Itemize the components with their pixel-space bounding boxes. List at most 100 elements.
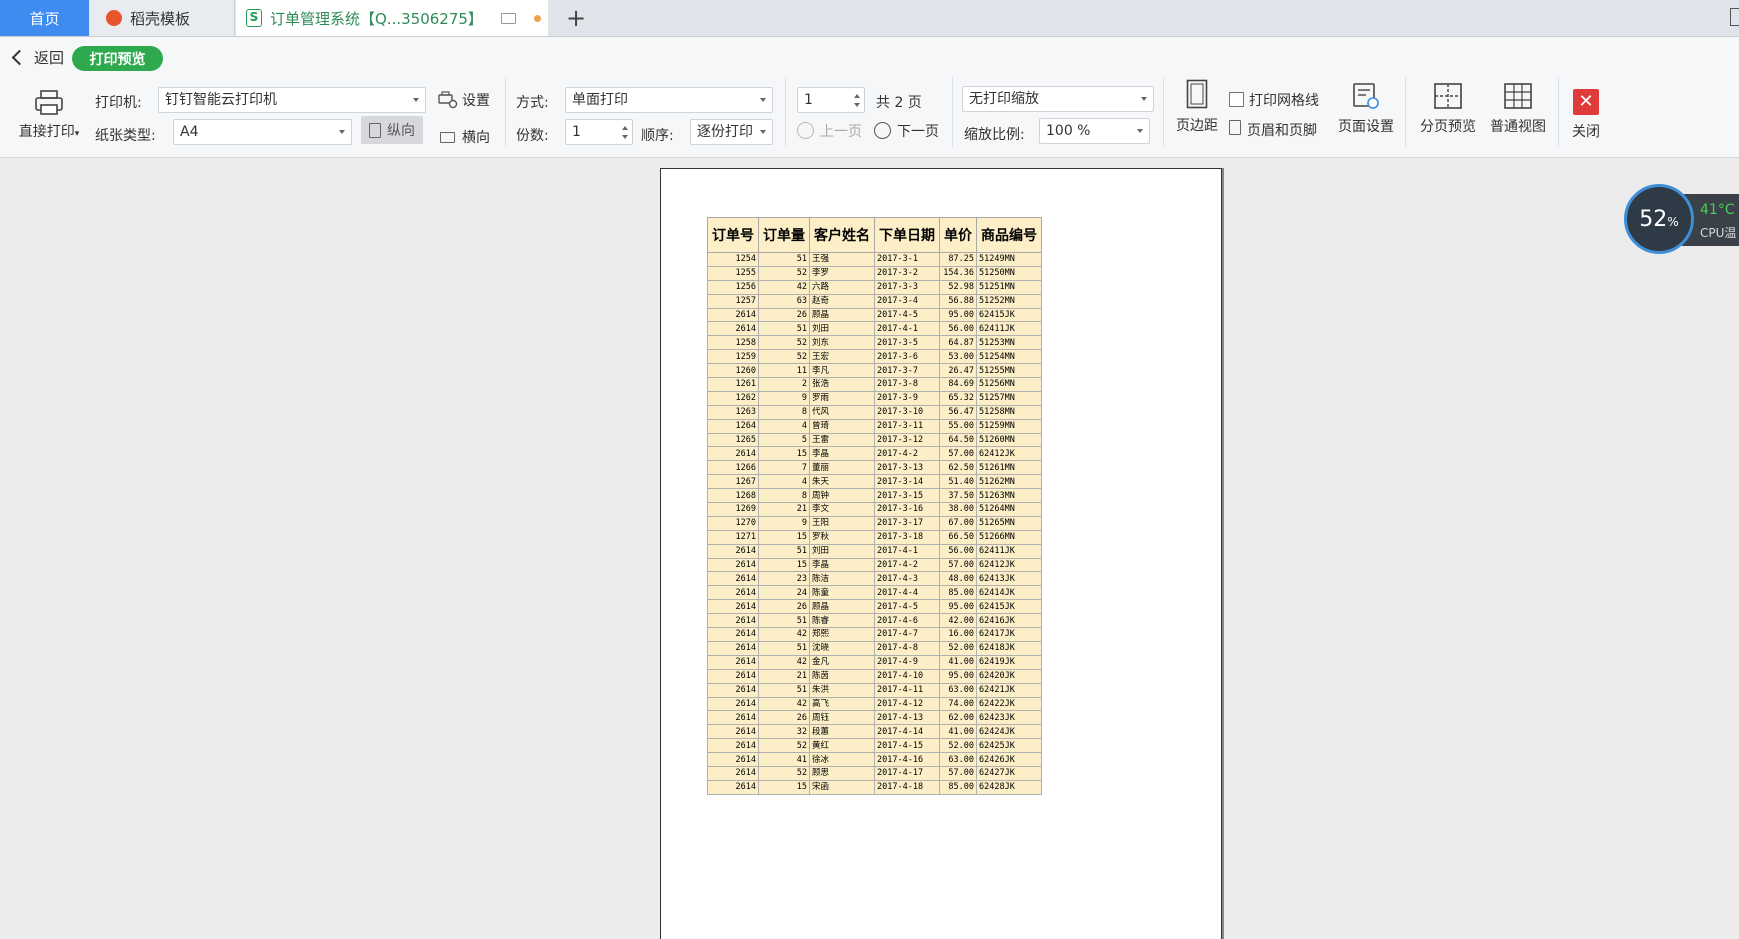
table-cell: 2017-3-1: [874, 252, 940, 267]
page-number-stepper[interactable]: 1: [797, 87, 865, 113]
copies-stepper[interactable]: 1: [565, 119, 633, 145]
table-cell: 57.00: [939, 446, 977, 462]
table-cell: 62417JK: [976, 627, 1042, 642]
spin-down-icon[interactable]: [854, 103, 860, 107]
dropdown-arrow-icon: [760, 98, 766, 102]
table-cell: 2017-4-10: [874, 668, 940, 684]
table-cell: 2017-3-13: [874, 460, 940, 476]
table-cell: 2017-4-5: [874, 599, 940, 615]
dropdown-arrow-icon: [1137, 129, 1143, 133]
table-cell: 2614: [707, 627, 759, 642]
spin-up-icon[interactable]: [622, 126, 628, 130]
scale-mode-value: 无打印缩放: [969, 91, 1039, 107]
scale-mode-select[interactable]: 无打印缩放: [962, 86, 1154, 112]
spin-down-icon[interactable]: [622, 135, 628, 139]
window-edge-icon[interactable]: [1730, 8, 1739, 26]
table-cell: 1257: [707, 293, 759, 309]
table-cell: 2614: [707, 668, 759, 684]
table-cell: 2017-4-14: [874, 724, 940, 740]
tab-document[interactable]: S 订单管理系统【Q...3506275】: [236, 0, 548, 36]
table-cell: 周钰: [809, 710, 875, 726]
spin-up-icon[interactable]: [854, 94, 860, 98]
table-row: 2614 51 刘田 2017-4-1 56.00 62411JK: [707, 543, 1042, 559]
table-cell: 张浩: [809, 377, 875, 392]
unsaved-dot-icon: [533, 14, 541, 22]
table-cell: 56.00: [939, 321, 977, 337]
table-cell: 62412JK: [976, 446, 1042, 462]
tab-daoke-templates[interactable]: 稻壳模板: [90, 0, 235, 36]
table-cell: 1270: [707, 515, 759, 531]
close-icon: ✕: [1573, 89, 1599, 115]
table-cell: 1259: [707, 349, 759, 365]
header-footer-button[interactable]: 页眉和页脚: [1229, 120, 1317, 140]
page-setup-button[interactable]: 页面设置: [1334, 82, 1398, 136]
table-cell: 金凡: [809, 654, 875, 670]
print-order-select[interactable]: 逐份打印: [690, 119, 773, 145]
page-break-preview-button[interactable]: 分页预览: [1416, 82, 1480, 136]
portrait-button[interactable]: 纵向: [361, 116, 423, 144]
paper-type-value: A4: [180, 124, 199, 140]
table-cell: 62411JK: [976, 543, 1042, 559]
cpu-monitor-widget[interactable]: 52% 41°C CPU温: [1624, 184, 1739, 260]
settings-label: 设置: [462, 93, 490, 109]
table-cell: 董丽: [809, 460, 875, 476]
table-header-row: 订单号 订单量 客户姓名 下单日期 单价 商品编号: [707, 217, 1042, 253]
back-button[interactable]: 返回: [11, 47, 64, 68]
copies-value: 1: [572, 124, 581, 140]
direct-print-button[interactable]: 直接打印▾: [12, 89, 86, 141]
table-cell: 1266: [707, 460, 759, 476]
table-cell: 2017-4-2: [874, 557, 940, 573]
table-cell: 2017-4-18: [874, 779, 940, 795]
landscape-button[interactable]: 横向: [440, 127, 490, 147]
print-mode-select[interactable]: 单面打印: [565, 87, 773, 113]
table-cell: 王强: [809, 252, 875, 267]
mode-label: 方式:: [516, 95, 549, 111]
table-cell: 陈洁: [809, 571, 875, 587]
table-cell: 2614: [707, 738, 759, 754]
tab-home[interactable]: 首页: [0, 0, 89, 36]
table-cell: 2614: [707, 752, 759, 767]
toolbar-divider: [952, 77, 953, 147]
table-cell: 23: [758, 571, 810, 587]
margins-button[interactable]: 页边距: [1170, 79, 1224, 135]
printer-select[interactable]: 钉钉智能云打印机: [158, 87, 426, 113]
prev-page-button[interactable]: 上一页: [797, 121, 862, 141]
normal-view-button[interactable]: 普通视图: [1486, 82, 1550, 136]
table-cell: 57.00: [939, 557, 977, 573]
table-cell: 41.00: [939, 654, 977, 670]
table-cell: 51264MN: [976, 502, 1042, 517]
table-cell: 王雷: [809, 432, 875, 448]
next-page-button[interactable]: 下一页: [874, 121, 939, 141]
table-cell: 63.00: [939, 752, 977, 767]
table-cell: 95.00: [939, 307, 977, 323]
table-cell: 2614: [707, 446, 759, 462]
table-row: 2614 21 陈茵 2017-4-10 95.00 62420JK: [707, 668, 1042, 684]
table-cell: 代风: [809, 404, 875, 420]
table-cell: 62420JK: [976, 668, 1042, 684]
table-cell: 2614: [707, 779, 759, 795]
table-cell: 2614: [707, 724, 759, 740]
paper-type-select[interactable]: A4: [173, 119, 352, 145]
toolbar-divider: [1558, 77, 1559, 147]
printer-value: 钉钉智能云打印机: [165, 92, 277, 108]
scale-label: 缩放比例:: [964, 127, 1025, 143]
printer-settings-button[interactable]: 设置: [438, 90, 490, 110]
table-cell: 52.98: [939, 279, 977, 295]
new-tab-button[interactable]: +: [554, 0, 598, 36]
scale-percent-select[interactable]: 100 %: [1039, 118, 1150, 144]
monitor-icon[interactable]: [500, 12, 516, 24]
table-row: 2614 26 周钰 2017-4-13 62.00 62423JK: [707, 710, 1042, 726]
table-row: 2614 51 刘田 2017-4-1 56.00 62411JK: [707, 321, 1042, 337]
table-cell: 51265MN: [976, 515, 1042, 531]
print-gridlines-checkbox[interactable]: 打印网格线: [1229, 90, 1319, 110]
table-cell: 62418JK: [976, 640, 1042, 656]
table-cell: 15: [758, 446, 810, 462]
table-cell: 5: [758, 432, 810, 448]
table-cell: 26: [758, 599, 810, 615]
table-cell: 2017-3-15: [874, 488, 940, 504]
close-preview-button[interactable]: ✕ 关闭: [1568, 89, 1604, 141]
cpu-percent-unit: %: [1667, 215, 1679, 229]
table-cell: 2017-4-1: [874, 543, 940, 559]
table-cell: 赵奇: [809, 293, 875, 309]
table-cell: 2017-3-2: [874, 265, 940, 281]
